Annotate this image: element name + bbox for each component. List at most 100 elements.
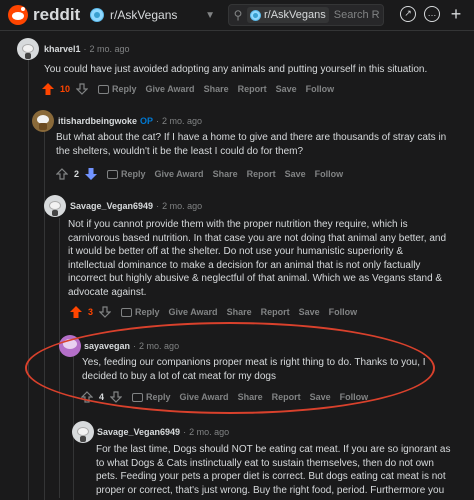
search-chip-label: r/AskVegans <box>264 9 326 21</box>
thread-line[interactable] <box>28 60 29 500</box>
report-button[interactable]: Report <box>261 307 290 317</box>
top-bar: reddit r/AskVegans ▼ ⚲ r/AskVegans Searc… <box>0 0 474 31</box>
comment-line: But what about the cat? If I have a home… <box>56 132 447 143</box>
search-icon: ⚲ <box>233 8 243 22</box>
comment-meta: Savage_Vegan6949 · 2 mo. ago <box>97 427 230 437</box>
search-bar[interactable]: ⚲ r/AskVegans Search R <box>228 4 384 26</box>
downvote-icon[interactable] <box>109 390 123 404</box>
save-button[interactable]: Save <box>285 169 306 179</box>
follow-button[interactable]: Follow <box>315 169 344 179</box>
comment-line: Not if you cannot provide them with the … <box>68 219 408 230</box>
comment-actions: 2 Reply Give Award Share Report Save Fol… <box>55 166 343 182</box>
follow-button[interactable]: Follow <box>340 392 369 402</box>
follow-button[interactable]: Follow <box>329 307 358 317</box>
follow-button[interactable]: Follow <box>306 84 335 94</box>
downvote-icon[interactable] <box>75 82 89 96</box>
comment-line: intellectual dominance to make a decisio… <box>68 259 421 271</box>
avatar[interactable] <box>59 335 81 357</box>
chevron-down-icon: ▼ <box>205 9 215 21</box>
share-button[interactable]: Share <box>213 169 238 179</box>
upvote-icon[interactable] <box>80 390 94 404</box>
give-award-button[interactable]: Give Award <box>146 84 195 94</box>
share-button[interactable]: Share <box>227 307 252 317</box>
avatar[interactable] <box>32 110 54 132</box>
thread-line[interactable] <box>44 130 45 500</box>
reddit-logo-icon[interactable] <box>8 5 28 25</box>
search-input[interactable]: Search R <box>334 9 380 21</box>
comment-line: carnivorous based nutrition. In that cas… <box>68 232 447 244</box>
reddit-wordmark[interactable]: reddit <box>33 5 80 25</box>
upvote-icon[interactable] <box>55 167 69 181</box>
comment-line: incorrect but highly abusive & neglectfu… <box>68 273 443 284</box>
username[interactable]: itishardbeingwoke <box>58 116 137 126</box>
report-button[interactable]: Report <box>272 392 301 402</box>
comment-actions: 3 Reply Give Award Share Report Save Fol… <box>69 304 357 320</box>
timestamp[interactable]: 2 mo. ago <box>162 201 202 211</box>
report-button[interactable]: Report <box>247 169 276 179</box>
timestamp[interactable]: 2 mo. ago <box>162 116 202 126</box>
avatar[interactable] <box>72 421 94 443</box>
save-button[interactable]: Save <box>276 84 297 94</box>
comment-line: You could have just avoided adopting any… <box>44 64 428 75</box>
avatar[interactable] <box>17 38 39 60</box>
upvote-icon[interactable] <box>41 82 55 96</box>
popular-icon[interactable]: ↗ <box>400 6 416 22</box>
comment-line: For the last time, Dogs should NOT be ea… <box>96 444 451 455</box>
community-name: r/AskVegans <box>110 8 178 22</box>
comment-line: the shelters, wouldn't it be the least I… <box>56 145 304 157</box>
comment-meta: sayavegan · 2 mo. ago <box>84 341 180 351</box>
comment-body: Yes, feeding our companions proper meat … <box>82 356 426 383</box>
community-icon <box>250 9 261 21</box>
reply-button[interactable]: Reply <box>107 169 146 179</box>
timestamp[interactable]: 2 mo. ago <box>189 427 229 437</box>
vote-count: 4 <box>99 392 105 402</box>
community-switcher[interactable]: r/AskVegans ▼ <box>90 5 215 25</box>
comment-meta: itishardbeingwoke OP · 2 mo. ago <box>58 116 203 126</box>
downvote-icon[interactable] <box>98 305 112 319</box>
comment-body: But what about the cat? If I have a home… <box>56 131 446 158</box>
save-button[interactable]: Save <box>299 307 320 317</box>
comment-line: advocate against. <box>68 286 147 298</box>
comment-line: it would be better off at the shelter. D… <box>68 246 403 257</box>
vote-count: 3 <box>88 307 94 317</box>
give-award-button[interactable]: Give Award <box>155 169 204 179</box>
community-icon <box>90 8 104 22</box>
search-community-chip[interactable]: r/AskVegans <box>247 7 329 23</box>
comment-line: Yes, feeding our companions proper meat … <box>82 357 426 368</box>
reply-button[interactable]: Reply <box>121 307 160 317</box>
reply-icon <box>98 84 110 94</box>
report-button[interactable]: Report <box>238 84 267 94</box>
comment-line: to what Dogs & Cats instinctually eat to… <box>96 457 434 469</box>
reply-icon <box>121 307 133 317</box>
reply-button[interactable]: Reply <box>132 392 171 402</box>
comment-actions: 4 Reply Give Award Share Report Save Fol… <box>80 389 368 405</box>
reply-button[interactable]: Reply <box>98 84 137 94</box>
give-award-button[interactable]: Give Award <box>180 392 229 402</box>
comment-meta: Savage_Vegan6949 · 2 mo. ago <box>70 201 203 211</box>
create-post-icon[interactable]: + <box>448 5 464 23</box>
comment-line: decided to buy a lot of cat meat for my … <box>82 370 276 382</box>
comment-line: proper or correct, that's just wrong. Bu… <box>96 484 445 496</box>
thread-line[interactable] <box>59 218 60 498</box>
downvote-icon[interactable] <box>84 167 98 181</box>
chat-icon[interactable]: … <box>424 6 440 22</box>
comment-body: You could have just avoided adopting any… <box>44 63 427 77</box>
upvote-icon[interactable] <box>69 305 83 319</box>
comment-body: Not if you cannot provide them with the … <box>68 218 446 299</box>
reply-icon <box>132 392 144 402</box>
vote-count: 2 <box>74 169 80 179</box>
save-button[interactable]: Save <box>310 392 331 402</box>
comment-line: pets. Feeding your pets a proper diet is… <box>96 471 446 482</box>
username[interactable]: Savage_Vegan6949 <box>70 201 153 211</box>
share-button[interactable]: Share <box>238 392 263 402</box>
give-award-button[interactable]: Give Award <box>169 307 218 317</box>
timestamp[interactable]: 2 mo. ago <box>139 341 179 351</box>
username[interactable]: sayavegan <box>84 341 130 351</box>
username[interactable]: Savage_Vegan6949 <box>97 427 180 437</box>
comment-meta: kharvel1 · 2 mo. ago <box>44 44 130 54</box>
username[interactable]: kharvel1 <box>44 44 81 54</box>
avatar[interactable] <box>44 195 66 217</box>
timestamp[interactable]: 2 mo. ago <box>90 44 130 54</box>
share-button[interactable]: Share <box>204 84 229 94</box>
vote-count: 10 <box>60 84 71 94</box>
